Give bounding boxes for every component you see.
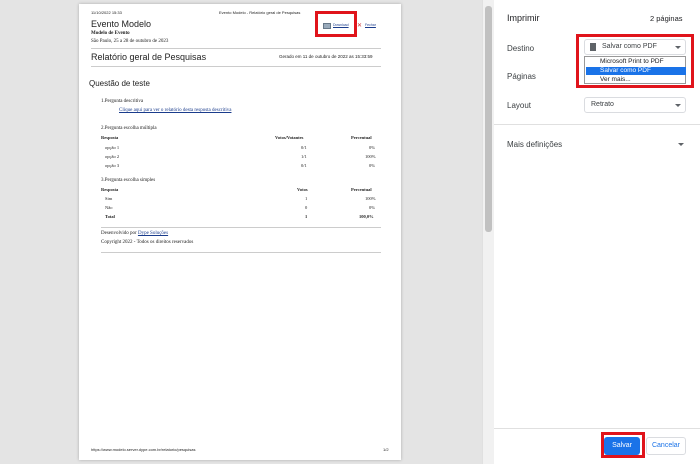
pages-label: Páginas [507,72,536,81]
event-title: Evento Modelo [91,19,152,29]
q3-title: 3.Pergunta escolha simples [101,178,156,183]
table-row-cell: 1 [305,214,308,219]
highlight-destination-box [576,34,694,88]
chevron-down-icon [678,143,684,146]
close-icon: ✕ [357,23,363,29]
table-row-cell: opção 2 [105,154,120,159]
event-subtitle: Modelo de Evento [91,31,130,36]
q3-header-votos: Votos [297,187,308,192]
destination-label: Destino [507,44,535,53]
layout-label: Layout [507,101,532,110]
chevron-down-icon [675,104,681,107]
developed-by: Desenvolvido por Dype Soluções [101,231,169,236]
q2-header-resposta: Resposta [101,135,119,140]
table-row-cell: 1 [305,196,308,201]
page-footer-number: 1/2 [383,447,389,452]
page-header-datetime: 11/10/2022 15:33 [91,10,122,15]
generated-at: Gerado em 11 de outubro de 2022 as 15:33… [279,54,373,59]
q2-title: 2.Pergunta escolha múltipla [101,126,157,131]
q3-header-percentual: Percentual [351,187,372,192]
table-row-cell: 1/1 [301,154,307,159]
report-title: Relatório geral de Pesquisas [91,52,207,62]
page-count: 2 páginas [650,14,683,23]
table-row-cell: 0% [369,163,375,168]
q1-title: 1.Pergunta descritiva [101,99,144,104]
highlight-download-box [315,11,357,37]
table-row-cell: 100,0% [359,214,374,219]
table-row-cell: Sim [105,196,113,201]
q2-header-percentual: Percentual [351,135,372,140]
table-row-cell: 100% [365,154,376,159]
panel-title: Imprimir [507,13,540,23]
table-row-cell: 0% [369,205,375,210]
event-place-date: São Paulo, 25 a 28 de outubro de 2023 [91,39,169,44]
developer-link[interactable]: Dype Soluções [138,231,168,236]
highlight-save-box [601,432,645,458]
table-row-cell: opção 1 [105,145,120,150]
preview-scrollbar-thumb[interactable] [485,6,492,232]
preview-page: 11/10/2022 15:33 Evento Modelo - Relatór… [79,4,401,460]
table-row-cell: 0/1 [301,145,307,150]
more-settings-toggle[interactable]: Mais definições [507,140,562,149]
table-row-cell: Não [105,205,113,210]
close-link[interactable]: Fechar [365,23,376,27]
layout-select[interactable]: Retrato [584,97,686,113]
page-footer-url: https://www.modelo.server.dype.com.br/re… [91,447,196,452]
panel-divider [494,124,700,125]
q3-header-resposta: Resposta [101,187,119,192]
copyright: Copyright 2022 - Todos os direitos reser… [101,240,194,245]
cancel-button[interactable]: Cancelar [646,437,686,455]
q2-header-votos: Votos/Votantes [275,135,304,140]
q1-report-link[interactable]: Clique aqui para ver o relatório desta r… [119,108,231,113]
table-row-cell: 100% [365,196,376,201]
table-row-cell: 0% [369,145,375,150]
page-header-title: Evento Modelo - Relatório geral de Pesqu… [219,10,301,15]
table-row-cell: opção 3 [105,163,120,168]
layout-value: Retrato [591,101,614,108]
survey-title: Questão de teste [89,79,150,88]
table-row-cell: Total [105,214,115,219]
table-row-cell: 0 [305,205,308,210]
table-row-cell: 0/1 [301,163,307,168]
panel-footer-divider [494,428,700,429]
